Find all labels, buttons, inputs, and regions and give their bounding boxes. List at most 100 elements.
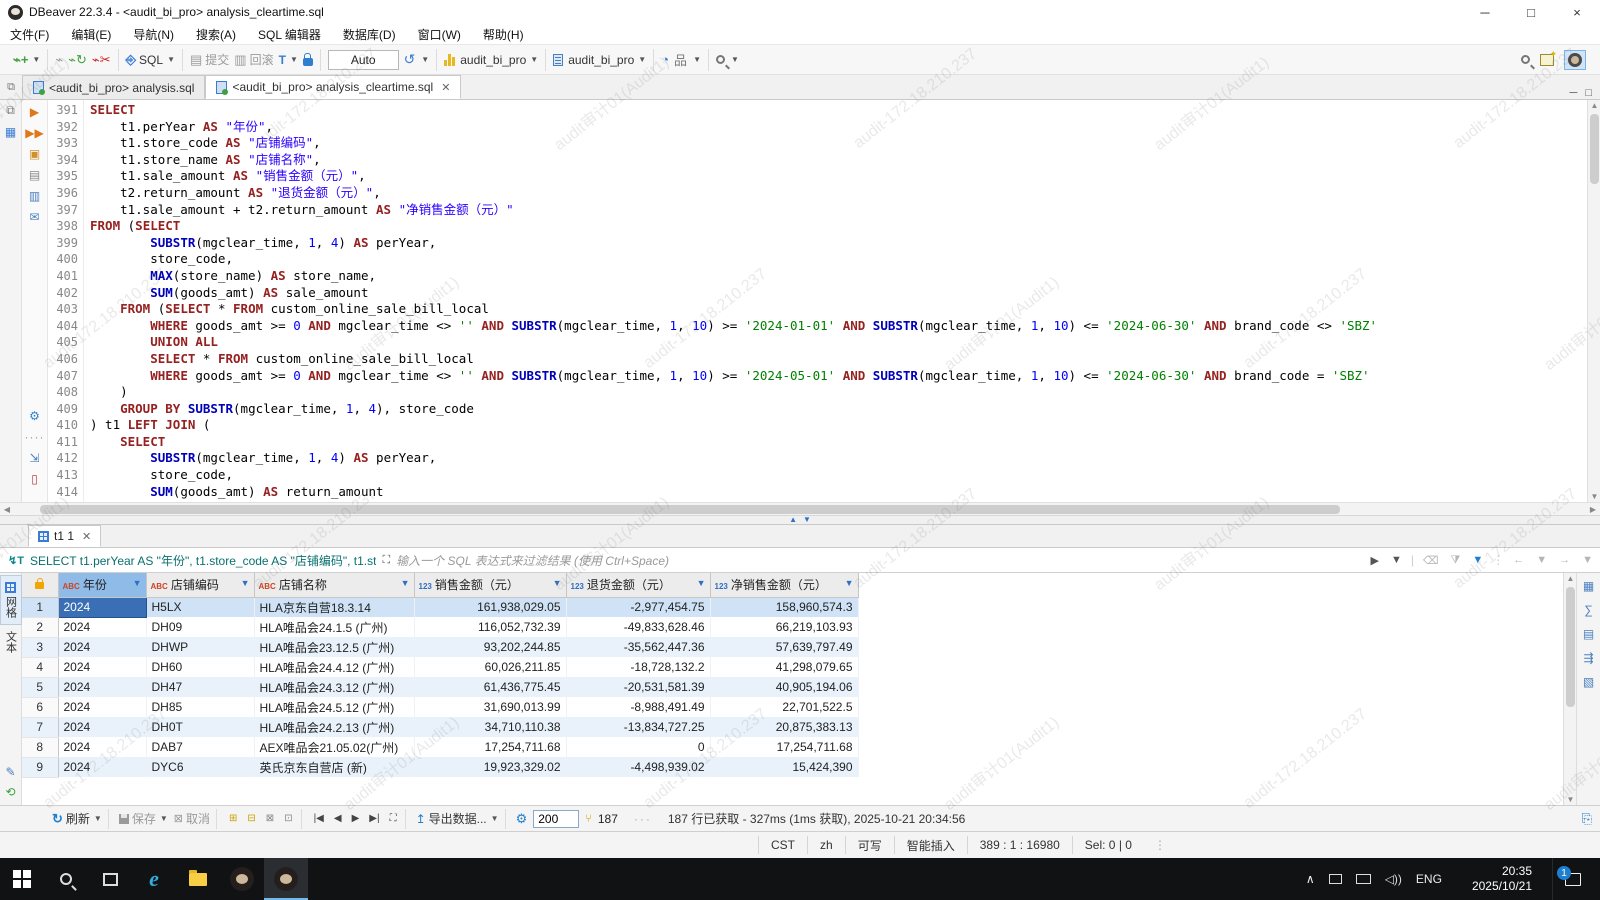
more-options-icon[interactable]: ···· [25, 431, 45, 443]
grid-cell[interactable]: -13,834,727.25 [566, 717, 710, 737]
connect-icon[interactable]: ⌁ [55, 53, 63, 66]
column-dropdown-icon[interactable]: ▼ [697, 578, 706, 588]
grid-cell[interactable]: HLA唯品会24.2.13 (广州) [254, 717, 414, 737]
grid-cell[interactable]: 2024 [58, 757, 146, 777]
table-row[interactable]: 82024DAB7AEX唯品会21.05.02(广州)17,254,711.68… [22, 737, 858, 757]
grid-cell[interactable]: -18,728,132.2 [566, 657, 710, 677]
column-header[interactable]: 123净销售金额（元）▼ [710, 573, 858, 597]
column-header[interactable]: ABC店铺名称▼ [254, 573, 414, 597]
row-number[interactable]: 6 [22, 697, 58, 717]
menu-item[interactable]: SQL 编辑器 [258, 26, 321, 43]
value-viewer-icon[interactable]: ▦ [1583, 579, 1594, 593]
minimize-button[interactable]: ─ [1462, 0, 1508, 24]
export-script-icon[interactable]: ⇲ [29, 452, 39, 464]
grid-cell[interactable]: DH47 [146, 677, 254, 697]
menu-item[interactable]: 帮助(H) [483, 26, 524, 43]
column-header[interactable]: ABC店铺编码▼ [146, 573, 254, 597]
grid-cell[interactable]: HLA唯品会24.4.12 (广州) [254, 657, 414, 677]
auto-refresh-icon[interactable]: ⎘ [1582, 811, 1592, 827]
tab-grid-view[interactable]: 网格 [0, 575, 22, 625]
execute-script-button[interactable]: ▶▶ [25, 127, 43, 139]
prev-row-button[interactable]: ◀ [332, 813, 344, 824]
network-profile-icon[interactable]: 品 [674, 50, 687, 69]
editor-minimize-icon[interactable]: ─ [1570, 87, 1578, 99]
database-navigator-icon[interactable]: ▦ [5, 126, 16, 138]
editor-tab[interactable]: <audit_bi_pro> analysis_cleartime.sql✕ [205, 75, 461, 99]
row-number[interactable]: 5 [22, 677, 58, 697]
row-number[interactable]: 4 [22, 657, 58, 677]
dbeaver-taskbar-icon-active[interactable] [264, 858, 308, 900]
global-search-icon[interactable] [1521, 55, 1530, 64]
close-button[interactable]: × [1554, 0, 1600, 24]
grid-cell[interactable]: 93,202,244.85 [414, 637, 566, 657]
filter-funnel-icon[interactable]: ▼ [1469, 554, 1486, 566]
grid-cell[interactable]: 2024 [58, 597, 146, 617]
back-arrow-icon[interactable]: ← [1510, 554, 1527, 566]
column-dropdown-icon[interactable]: ▼ [845, 578, 854, 588]
column-dropdown-icon[interactable]: ▼ [241, 578, 250, 588]
grid-cell[interactable]: HLA唯品会24.5.12 (广州) [254, 697, 414, 717]
grid-cell[interactable]: 2024 [58, 717, 146, 737]
row-number[interactable]: 9 [22, 757, 58, 777]
column-header[interactable]: ABC年份▼ [58, 573, 146, 597]
calc-panel-icon[interactable]: ∑ [1584, 603, 1593, 617]
row-number[interactable]: 8 [22, 737, 58, 757]
grid-cell[interactable]: 31,690,013.99 [414, 697, 566, 717]
new-connection-button[interactable]: ⌁+▼ [13, 53, 40, 66]
menu-item[interactable]: 文件(F) [10, 26, 49, 43]
grid-cell[interactable]: -49,833,628.46 [566, 617, 710, 637]
grid-cell[interactable]: 英氏京东自营店 (新) [254, 757, 414, 777]
grid-cell[interactable]: 2024 [58, 697, 146, 717]
sql-editor-button[interactable]: ⎆SQL▼ [126, 52, 175, 68]
sql-editor[interactable]: ⧉ ▦ ▶ ▶▶ ▣ ▤ ▥ ✉ ⚙ ···· ⇲ ▯ 391392393394… [0, 100, 1600, 502]
erase-filter-icon[interactable]: ⌫ [1420, 554, 1442, 567]
editor-results-sash[interactable]: ▲ ▼ [0, 515, 1600, 525]
script-file-icon[interactable]: ▯ [31, 473, 38, 485]
editor-tab[interactable]: <audit_bi_pro> analysis.sql [22, 75, 205, 99]
grid-cell[interactable]: 57,639,797.49 [710, 637, 858, 657]
grid-cell[interactable]: DH60 [146, 657, 254, 677]
first-row-button[interactable]: |◀ [312, 813, 326, 824]
explain-plan-button[interactable]: ▣ [29, 148, 40, 160]
disconnect-icon[interactable]: ⌁✂ [92, 53, 111, 66]
menu-item[interactable]: 搜索(A) [196, 26, 236, 43]
file-explorer-icon[interactable] [176, 858, 220, 900]
menu-item[interactable]: 数据库(D) [343, 26, 396, 43]
next-row-button[interactable]: ▶ [350, 813, 362, 824]
start-button[interactable] [0, 858, 44, 900]
taskbar-clock[interactable]: 20:35 2025/10/21 [1462, 864, 1542, 894]
grid-cell[interactable]: 2024 [58, 637, 146, 657]
record-mode-icon[interactable]: ✎ [5, 765, 15, 779]
copy-row-icon[interactable]: ⊟ [245, 813, 257, 824]
grid-cell[interactable]: 2024 [58, 617, 146, 637]
table-row[interactable]: 12024H5LXHLA京东自营18.3.14161,938,029.05-2,… [22, 597, 858, 617]
tray-volume-icon[interactable]: ◁)) [1385, 872, 1402, 886]
transaction-mode-button[interactable]: T▼ [279, 53, 298, 67]
lock-icon[interactable] [303, 58, 313, 66]
menu-item[interactable]: 导航(N) [133, 26, 174, 43]
refresh-panel-icon[interactable]: ⟲ [5, 785, 15, 799]
toolbar-search-icon[interactable] [716, 55, 725, 64]
tab-text-view[interactable]: 文本 [1, 625, 21, 659]
column-dropdown-icon[interactable]: ▼ [401, 578, 410, 588]
dbeaver-taskbar-icon[interactable] [220, 858, 264, 900]
row-number[interactable]: 7 [22, 717, 58, 737]
result-settings-gear-icon[interactable]: ⚙ [516, 811, 528, 827]
grid-cell[interactable]: DHWP [146, 637, 254, 657]
restore-navigator-icon[interactable]: ⧉ [6, 104, 15, 116]
grid-cell[interactable]: 2024 [58, 677, 146, 697]
maximize-button[interactable]: □ [1508, 0, 1554, 24]
grid-cell[interactable]: 0 [566, 737, 710, 757]
ie-icon[interactable]: e [132, 858, 176, 900]
grid-cell[interactable]: 22,701,522.5 [710, 697, 858, 717]
mail-export-icon[interactable]: ✉ [29, 211, 39, 223]
table-row[interactable]: 72024DH0THLA唯品会24.2.13 (广州)34,710,110.38… [22, 717, 858, 737]
refresh-button[interactable]: ↻刷新▼ [52, 810, 102, 827]
rollback-button[interactable]: ▥回滚 [234, 51, 273, 68]
execute-statement-button[interactable]: ▶ [30, 106, 39, 118]
grid-corner[interactable] [22, 573, 58, 597]
row-number[interactable]: 2 [22, 617, 58, 637]
duplicate-row-icon[interactable]: ⊡ [282, 813, 294, 824]
sql-code-area[interactable]: SELECT t1.perYear AS "年份", t1.store_code… [84, 100, 1587, 502]
save-filter-icon[interactable]: ⧩ [1448, 554, 1464, 567]
